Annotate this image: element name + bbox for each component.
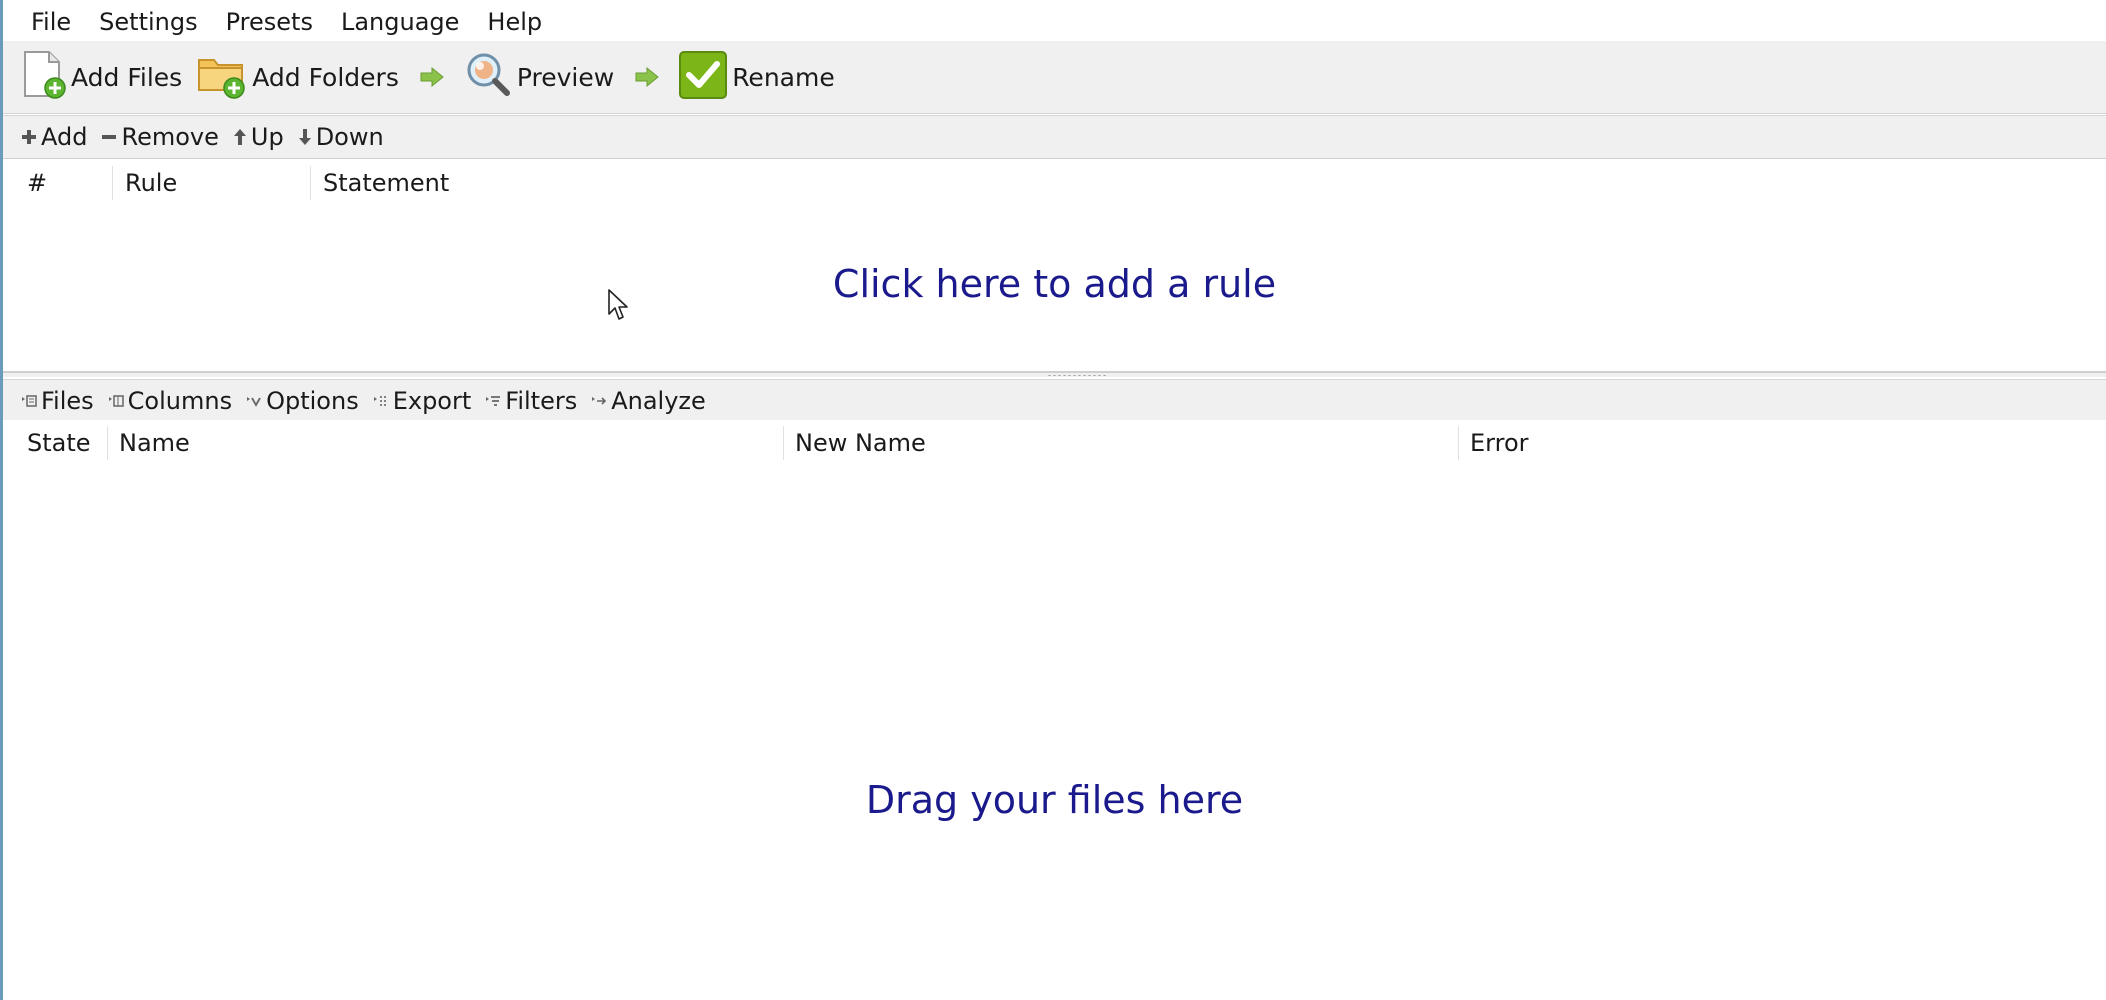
files-label: Files — [41, 387, 94, 415]
column-statement[interactable]: Statement — [313, 160, 449, 206]
export-icon — [373, 393, 389, 409]
preview-button[interactable]: Preview — [463, 47, 614, 107]
files-toolbar: Files Columns Options Export Filters Ana… — [3, 379, 2106, 423]
files-column-header: State Name New Name Error — [3, 420, 2106, 466]
move-up-label: Up — [250, 123, 284, 151]
arrow-right-icon — [419, 66, 445, 88]
checkmark-icon — [678, 50, 728, 104]
add-rule-button[interactable]: Add — [21, 123, 87, 151]
menu-bar: File Settings Presets Language Help — [3, 0, 2106, 41]
column-divider[interactable] — [1458, 426, 1459, 460]
magnifier-icon — [463, 50, 513, 104]
column-error[interactable]: Error — [1460, 420, 1529, 466]
panel-splitter[interactable] — [3, 371, 2106, 377]
preview-label: Preview — [516, 62, 615, 92]
rules-column-header: # Rule Statement — [3, 160, 2106, 206]
arrow-right-icon — [634, 66, 660, 88]
main-toolbar: Add Files Add Folders Preview Rename — [3, 41, 2106, 114]
mouse-cursor-icon — [607, 288, 629, 326]
add-rule-hint[interactable]: Click here to add a rule — [3, 262, 2106, 306]
columns-menu-button[interactable]: Columns — [108, 387, 232, 415]
menu-language[interactable]: Language — [327, 0, 473, 41]
menu-help[interactable]: Help — [473, 0, 556, 41]
column-name[interactable]: Name — [109, 420, 190, 466]
add-files-label: Add Files — [71, 62, 183, 92]
rename-button[interactable]: Rename — [678, 47, 835, 107]
minus-icon — [101, 129, 117, 145]
analyze-menu-button[interactable]: Analyze — [591, 387, 706, 415]
filters-menu-button[interactable]: Filters — [485, 387, 577, 415]
analyze-icon — [591, 393, 607, 409]
remove-rule-label: Remove — [121, 123, 219, 151]
menu-file[interactable]: File — [17, 0, 85, 41]
add-rule-label: Add — [41, 123, 88, 151]
arrow-down-icon — [298, 128, 312, 146]
add-folders-button[interactable]: Add Folders — [196, 47, 399, 107]
analyze-label: Analyze — [611, 387, 706, 415]
column-state[interactable]: State — [17, 420, 91, 466]
add-files-button[interactable]: Add Files — [21, 47, 182, 107]
plus-icon — [21, 129, 37, 145]
export-label: Export — [392, 387, 472, 415]
columns-label: Columns — [127, 387, 233, 415]
column-divider[interactable] — [112, 166, 113, 200]
column-rule[interactable]: Rule — [115, 160, 177, 206]
filter-icon — [485, 393, 501, 409]
options-label: Options — [266, 387, 359, 415]
options-icon — [246, 393, 262, 409]
splitter-grip[interactable] — [1047, 374, 1107, 377]
move-down-label: Down — [315, 123, 384, 151]
export-menu-button[interactable]: Export — [373, 387, 472, 415]
add-file-icon — [21, 50, 67, 104]
move-up-button[interactable]: Up — [233, 123, 284, 151]
filters-label: Filters — [505, 387, 578, 415]
column-divider[interactable] — [310, 166, 311, 200]
main-window: File Settings Presets Language Help Add … — [0, 0, 2106, 1000]
add-folders-label: Add Folders — [252, 62, 399, 92]
column-divider[interactable] — [107, 426, 108, 460]
arrow-up-icon — [233, 128, 247, 146]
drag-files-hint[interactable]: Drag your files here — [3, 778, 2106, 822]
columns-icon — [108, 393, 124, 409]
rules-toolbar: Add Remove Up Down — [3, 115, 2106, 159]
column-new-name[interactable]: New Name — [785, 420, 926, 466]
menu-settings[interactable]: Settings — [85, 0, 211, 41]
files-icon — [21, 393, 37, 409]
files-menu-button[interactable]: Files — [21, 387, 94, 415]
move-down-button[interactable]: Down — [298, 123, 384, 151]
column-divider[interactable] — [783, 426, 784, 460]
rename-label: Rename — [732, 62, 835, 92]
menu-presets[interactable]: Presets — [212, 0, 327, 41]
remove-rule-button[interactable]: Remove — [101, 123, 219, 151]
options-menu-button[interactable]: Options — [246, 387, 359, 415]
add-folder-icon — [196, 50, 248, 104]
column-number[interactable]: # — [17, 160, 47, 206]
